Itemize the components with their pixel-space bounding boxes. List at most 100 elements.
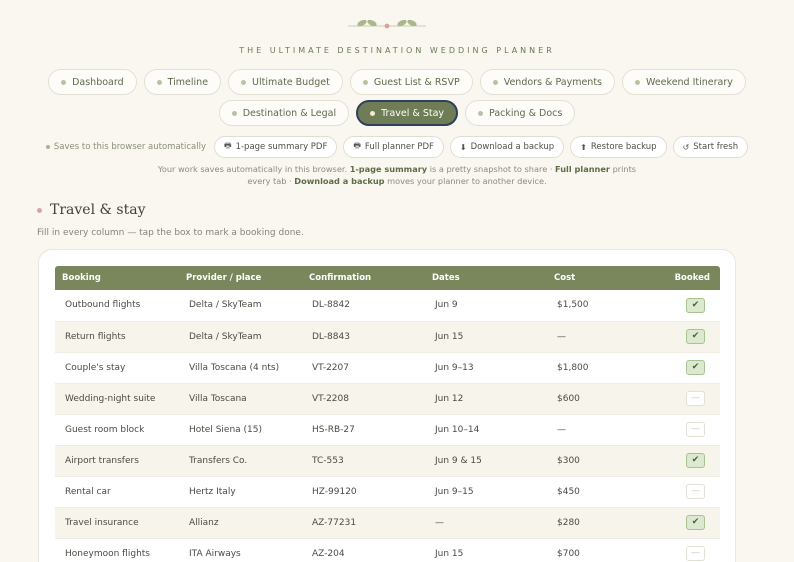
booked-checkbox-checked[interactable]: ✔ xyxy=(686,360,705,375)
printer-icon: 🖶 xyxy=(224,141,232,150)
cell-booking[interactable]: Guest room block xyxy=(55,414,179,446)
refresh-icon: ↺ xyxy=(682,142,690,152)
info-highlight: Download a backup xyxy=(294,175,385,186)
info-highlight: 1-page summary xyxy=(349,164,428,174)
info-text: moves your planner to another device. xyxy=(384,175,547,186)
tab-dot-icon xyxy=(492,79,498,85)
section-dot-icon xyxy=(37,207,42,213)
main-nav-row-1: Dashboard Timeline Ultimate Budget Guest… xyxy=(0,69,794,95)
cell-dates[interactable]: Jun 10–14 xyxy=(425,414,547,446)
table-row: Airport transfers Transfers Co. TC-553 Jun … xyxy=(55,445,720,477)
cell-provider[interactable]: Transfers Co. xyxy=(179,445,302,477)
tab-label: Weekend Itinerary xyxy=(646,76,733,88)
cell-provider[interactable]: ITA Airways xyxy=(179,538,302,562)
tab-dot-icon xyxy=(635,79,640,85)
booked-checkbox-unchecked[interactable]: — xyxy=(686,391,705,406)
cell-dates[interactable]: Jun 9–13 xyxy=(425,352,547,384)
booked-checkbox-checked[interactable]: ✔ xyxy=(686,297,705,313)
cell-cost[interactable]: $280 xyxy=(547,507,647,539)
cell-provider[interactable]: Hertz Italy xyxy=(179,476,302,508)
cell-booking[interactable]: Honeymoon flights xyxy=(55,538,179,562)
cell-dates[interactable]: Jun 15 xyxy=(425,321,547,353)
cell-cost[interactable]: $600 xyxy=(547,383,647,415)
booked-checkbox-unchecked[interactable]: — xyxy=(686,546,705,561)
tab-travel-stay[interactable]: Travel & Stay xyxy=(356,100,459,126)
cell-confirmation[interactable]: DL-8842 xyxy=(302,290,425,322)
leaf-ornament-icon xyxy=(348,19,426,29)
cell-provider[interactable]: Delta / SkyTeam xyxy=(179,321,302,353)
cell-confirmation[interactable]: DL-8843 xyxy=(302,321,425,353)
cell-booking[interactable]: Rental car xyxy=(55,476,179,508)
cell-booked: — xyxy=(647,414,720,446)
cell-booking[interactable]: Travel insurance xyxy=(55,507,179,539)
tab-label: Timeline xyxy=(167,76,209,88)
cell-booked: — xyxy=(647,383,720,415)
cell-cost[interactable]: $300 xyxy=(547,445,647,477)
section-title: Travel & stay xyxy=(50,202,146,218)
cell-confirmation[interactable]: AZ-77231 xyxy=(302,507,425,539)
tab-weekend-itinerary[interactable]: Weekend Itinerary xyxy=(622,69,746,95)
cell-cost[interactable]: $1,800 xyxy=(547,352,647,384)
cell-dates[interactable]: Jun 9 xyxy=(425,290,547,322)
cell-provider[interactable]: Delta / SkyTeam xyxy=(179,290,302,322)
cell-dates[interactable]: Jun 15 xyxy=(425,538,547,562)
cell-dates[interactable]: Jun 9 & 15 xyxy=(425,445,547,477)
full-planner-pdf-button[interactable]: 🖶 Full planner PDF xyxy=(343,136,444,158)
tab-packing-docs[interactable]: Packing & Docs xyxy=(465,100,576,126)
cell-booking[interactable]: Couple's stay xyxy=(55,352,179,384)
download-arrow-icon: ⬇ xyxy=(459,142,467,152)
cell-cost[interactable]: $1,500 xyxy=(547,290,647,322)
cell-cost[interactable]: — xyxy=(547,321,647,353)
table-header-row: Booking Provider / place Confirmation Da… xyxy=(55,266,720,290)
cell-provider[interactable]: Allianz xyxy=(179,507,302,539)
table-row: Travel insurance Allianz AZ-77231— $280 ✔ xyxy=(55,507,720,539)
start-fresh-button[interactable]: ↺ Start fresh xyxy=(672,136,749,158)
cell-confirmation[interactable]: HZ-99120 xyxy=(302,476,425,508)
cell-provider[interactable]: Hotel Siena (15) xyxy=(179,414,302,446)
booked-checkbox-checked[interactable]: ✔ xyxy=(686,515,705,530)
cell-booked: ✔ xyxy=(647,290,720,322)
tab-ultimate-budget[interactable]: Ultimate Budget xyxy=(228,69,343,95)
table-row: Outbound flights Delta / SkyTeam DL-8842 Ju… xyxy=(55,290,720,322)
tab-label: Guest List & RSVP xyxy=(373,76,460,88)
tab-guest-list-rsvp[interactable]: Guest List & RSVP xyxy=(349,69,473,95)
tab-dot-icon xyxy=(241,79,247,85)
cell-cost[interactable]: — xyxy=(547,414,647,446)
tab-destination-legal[interactable]: Destination & Legal xyxy=(218,100,350,126)
cell-booking[interactable]: Wedding-night suite xyxy=(55,383,179,415)
cell-booking[interactable]: Airport transfers xyxy=(55,445,179,477)
cell-confirmation[interactable]: HS-RB-27 xyxy=(302,414,425,446)
col-header-booking: Booking xyxy=(62,273,101,283)
tab-timeline[interactable]: Timeline xyxy=(143,69,222,95)
cell-cost[interactable]: $450 xyxy=(547,476,647,508)
cell-cost[interactable]: $700 xyxy=(547,538,647,562)
cell-confirmation[interactable]: VT-2208 xyxy=(302,383,425,415)
booked-checkbox-unchecked[interactable]: — xyxy=(686,422,705,437)
booked-checkbox-checked[interactable]: ✔ xyxy=(686,453,705,468)
booked-checkbox-unchecked[interactable]: — xyxy=(686,484,705,499)
booked-checkbox-checked[interactable]: ✔ xyxy=(686,329,705,344)
tab-dashboard[interactable]: Dashboard xyxy=(48,69,137,95)
cell-dates[interactable]: — xyxy=(425,507,547,539)
tab-vendors-payments[interactable]: Vendors & Payments xyxy=(479,69,615,95)
cell-booked: — xyxy=(647,476,720,508)
cell-dates[interactable]: Jun 9–15 xyxy=(425,476,547,508)
table-row: Honeymoon flights ITA Airways AZ-204 Jun 15… xyxy=(55,538,720,562)
cell-confirmation[interactable]: TC-553 xyxy=(302,445,425,477)
download-backup-button[interactable]: ⬇ Download a backup xyxy=(449,136,565,158)
cell-booking[interactable]: Return flights xyxy=(55,321,179,353)
info-text: Your work saves automatically in this br… xyxy=(157,164,350,174)
restore-backup-button[interactable]: ⬆ Restore backup xyxy=(570,136,667,158)
cell-provider[interactable]: Villa Toscana xyxy=(179,383,302,415)
button-label: Full planner PDF xyxy=(364,142,434,152)
cell-confirmation[interactable]: AZ-204 xyxy=(302,538,425,562)
cell-provider[interactable]: Villa Toscana (4 nts) xyxy=(179,352,302,384)
col-header-cost: Cost xyxy=(554,273,576,283)
cell-confirmation[interactable]: VT-2207 xyxy=(302,352,425,384)
summary-pdf-button[interactable]: 🖶 1-page summary PDF xyxy=(214,136,338,158)
tab-dot-icon xyxy=(478,110,484,116)
cell-dates[interactable]: Jun 12 xyxy=(425,383,547,415)
button-label: Restore backup xyxy=(590,142,657,152)
main-nav-row-2: Destination & Legal Travel & Stay Packin… xyxy=(0,100,794,126)
cell-booking[interactable]: Outbound flights xyxy=(55,290,179,322)
